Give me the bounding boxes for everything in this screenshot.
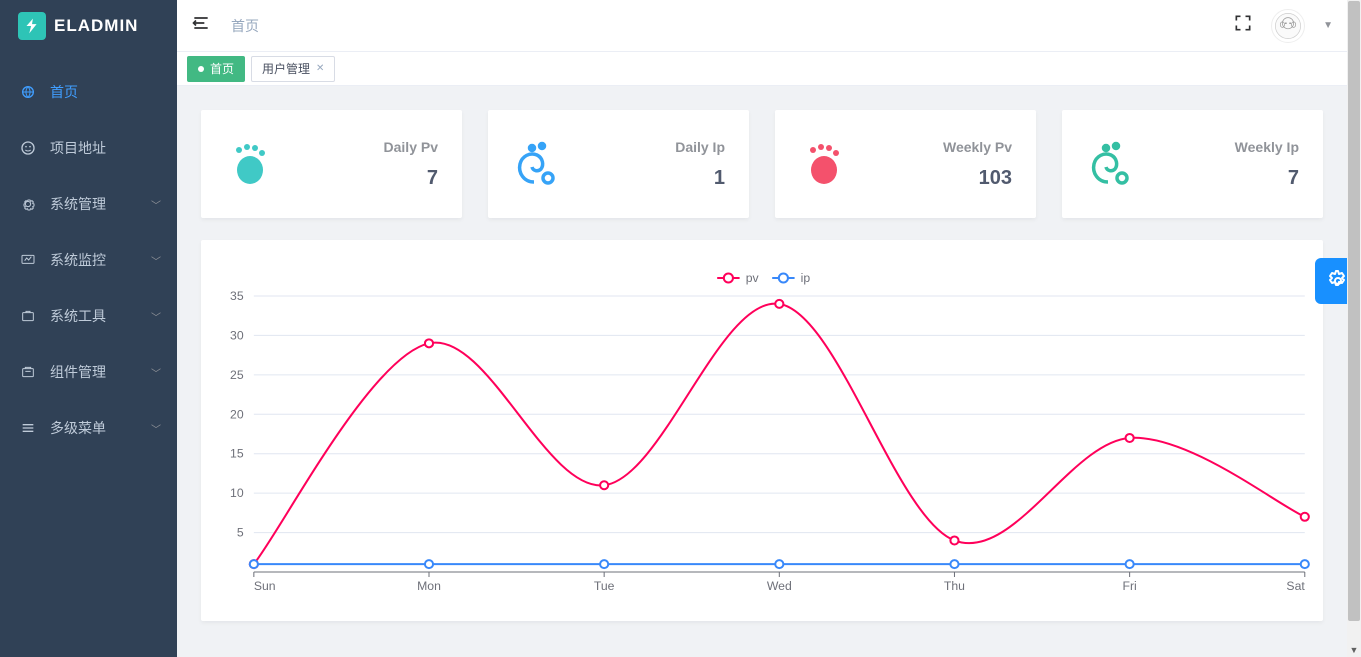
svg-text:ip: ip [801,271,811,285]
fullscreen-icon[interactable] [1233,13,1253,38]
tools-icon [20,308,36,324]
svg-text:Thu: Thu [944,579,965,593]
scroll-down-icon[interactable]: ▼ [1347,643,1361,657]
sidebar-item-label: 系统监控 [50,250,106,270]
line-chart[interactable]: 5 10 15 20 25 30 35 Sun Mon Tue Wed Thu Fri Sat pv ip [207,260,1317,600]
card-label: Weekly Pv [943,139,1012,155]
header: 首页 ▼ [177,0,1347,52]
stat-cards: Daily Pv 7 Daily Ip 1 Weekly Pv 103 Weekly … [201,110,1323,218]
monitor-icon [20,252,36,268]
sidebar-item-label: 系统管理 [50,194,106,214]
svg-text:35: 35 [230,289,244,303]
tab-user-manage[interactable]: 用户管理 ✕ [251,56,335,82]
svg-text:Fri: Fri [1122,579,1136,593]
svg-text:Mon: Mon [417,579,441,593]
sidebar-item-label: 多级菜单 [50,418,106,438]
content: Daily Pv 7 Daily Ip 1 Weekly Pv 103 Weekly … [177,86,1347,657]
svg-text:25: 25 [230,368,244,382]
sidebar-item-system-monitor[interactable]: 系统监控 ﹀ [0,232,177,288]
sidebar-item-label: 首页 [50,82,78,102]
sidebar-item-project-url[interactable]: 项目地址 [0,120,177,176]
tab-active-dot-icon [198,66,204,72]
card-value: 1 [675,167,725,190]
menu-icon [20,420,36,436]
logo[interactable]: ELADMIN [0,0,177,52]
close-icon[interactable]: ✕ [316,63,324,74]
svg-text:Wed: Wed [767,579,792,593]
brand-text: ELADMIN [54,16,138,36]
sidebar-menu: 首页 项目地址 系统管理 ﹀ 系统监控 ﹀ 系统工具 ﹀ 组件管理 ﹀ 多级 [0,52,177,456]
svg-text:Sun: Sun [254,579,276,593]
sidebar-item-label: 组件管理 [50,362,106,382]
scrollbar-thumb[interactable] [1348,1,1360,621]
card-label: Daily Pv [384,139,438,155]
github-icon [20,140,36,156]
tab-label: 用户管理 [262,60,310,77]
avatar[interactable] [1271,9,1305,43]
sidebar: ELADMIN 首页 项目地址 系统管理 ﹀ 系统监控 ﹀ 系统工具 ﹀ 组件管… [0,0,177,657]
svg-text:15: 15 [230,447,244,461]
chevron-down-icon: ﹀ [151,253,161,268]
sidebar-item-label: 项目地址 [50,138,106,158]
card-label: Daily Ip [675,139,725,155]
sidebar-item-home[interactable]: 首页 [0,64,177,120]
chevron-down-icon: ﹀ [151,421,161,436]
sidebar-item-system-manage[interactable]: 系统管理 ﹀ [0,176,177,232]
header-right: ▼ [1233,9,1333,43]
feet-icon [799,140,847,188]
scrollbar[interactable]: ▲ ▼ [1347,0,1361,657]
breadcrumb: 首页 [231,16,259,36]
card-weekly-ip[interactable]: Weekly Ip 7 [1062,110,1323,218]
spiral-icon [512,140,560,188]
svg-text:20: 20 [230,407,244,421]
svg-text:Sat: Sat [1286,579,1305,593]
card-label: Weekly Ip [1235,139,1299,155]
spiral-icon [1086,140,1134,188]
caret-down-icon[interactable]: ▼ [1323,20,1333,31]
chevron-down-icon: ﹀ [151,365,161,380]
card-value: 7 [384,167,438,190]
hamburger-icon[interactable] [191,13,211,38]
sidebar-item-system-tools[interactable]: 系统工具 ﹀ [0,288,177,344]
svg-text:Tue: Tue [594,579,615,593]
component-icon [20,364,36,380]
card-value: 103 [943,167,1012,190]
card-daily-pv[interactable]: Daily Pv 7 [201,110,462,218]
sidebar-item-component-manage[interactable]: 组件管理 ﹀ [0,344,177,400]
svg-text:5: 5 [237,526,244,540]
chart-card: 5 10 15 20 25 30 35 Sun Mon Tue Wed Thu Fri Sat pv ip [201,240,1323,621]
tabbar: 首页 用户管理 ✕ [177,52,1347,86]
feet-icon [225,140,273,188]
card-value: 7 [1235,167,1299,190]
tab-label: 首页 [210,60,234,77]
svg-text:pv: pv [746,271,760,285]
svg-text:30: 30 [230,329,244,343]
gear-icon [20,196,36,212]
home-icon [20,84,36,100]
svg-text:10: 10 [230,486,244,500]
sidebar-item-multilevel-menu[interactable]: 多级菜单 ﹀ [0,400,177,456]
chevron-down-icon: ﹀ [151,197,161,212]
card-weekly-pv[interactable]: Weekly Pv 103 [775,110,1036,218]
card-daily-ip[interactable]: Daily Ip 1 [488,110,749,218]
chevron-down-icon: ﹀ [151,309,161,324]
sidebar-item-label: 系统工具 [50,306,106,326]
logo-icon [18,12,46,40]
tab-home[interactable]: 首页 [187,56,245,82]
